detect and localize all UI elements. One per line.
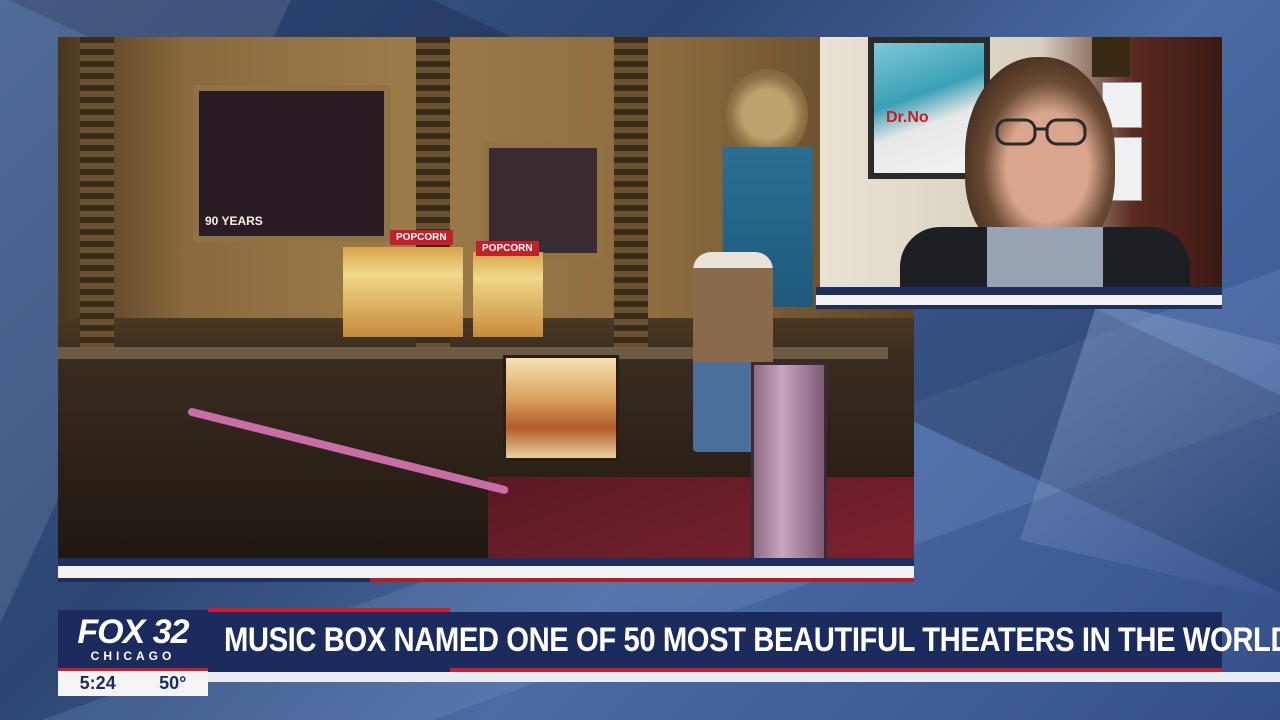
interviewee-shirt: [900, 227, 1190, 287]
ornate-pillar: [80, 37, 114, 350]
temperature: 50°: [159, 673, 187, 693]
main-video-stripe: [370, 578, 914, 582]
popcorn-sign: POPCORN: [390, 230, 453, 245]
inset-video-feed: Dr.No: [820, 37, 1222, 287]
clock-time: 5:24: [79, 673, 116, 693]
headline-banner: MUSIC BOX NAMED ONE OF 50 MOST BEAUTIFUL…: [208, 612, 1280, 668]
inset-video-stripe: [816, 287, 1222, 295]
station-logo-city: CHICAGO: [90, 649, 176, 663]
main-video-stripe: [58, 578, 370, 582]
inset-video-stripe: [816, 305, 1222, 309]
headline-underline: [208, 672, 1280, 682]
station-logo: FOX 32 CHICAGO: [58, 610, 208, 670]
time-temp-bar: 5:24 50°: [58, 671, 208, 696]
anniversary-poster: 90 YEARS: [193, 85, 390, 242]
main-video-feed: 90 YEARS POPCORN POPCORN: [58, 37, 914, 558]
glasses-icon: [995, 118, 1087, 146]
ornate-pillar: [614, 37, 648, 350]
inset-video-stripe: [816, 295, 1222, 305]
ornamental-medallion: [726, 69, 808, 159]
popcorn-sign: POPCORN: [476, 241, 539, 256]
anniversary-text: 90 YEARS: [205, 214, 263, 228]
wall-sconce: [1092, 37, 1130, 77]
movie-poster-title: Dr.No: [886, 109, 929, 126]
popcorn-machine: [343, 247, 463, 337]
headline-text: MUSIC BOX NAMED ONE OF 50 MOST BEAUTIFUL…: [224, 620, 1280, 659]
station-logo-main: FOX 32: [77, 613, 189, 651]
popcorn-machine: [473, 252, 543, 337]
main-video-stripe: [58, 558, 914, 566]
red-carpet: [488, 477, 914, 558]
main-video-stripe: [58, 566, 914, 578]
candy-display-case: [503, 355, 619, 461]
stanchion-post: [751, 362, 827, 558]
